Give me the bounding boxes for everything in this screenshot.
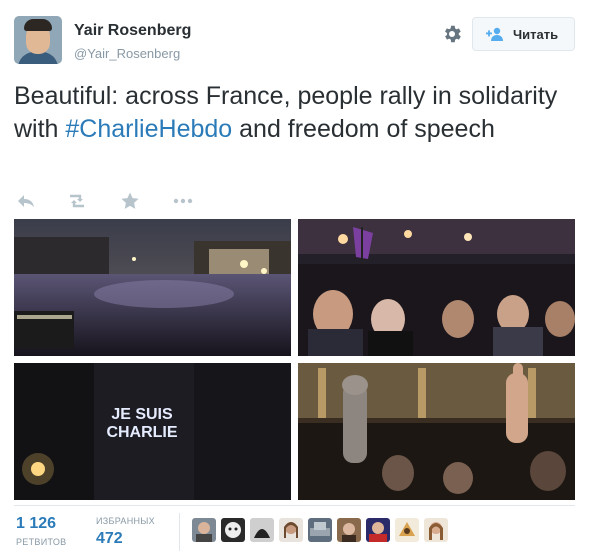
avatar[interactable] bbox=[337, 518, 361, 542]
favorites-count: 472 bbox=[96, 530, 123, 547]
favorite-icon[interactable] bbox=[120, 191, 140, 211]
photo-grid: JE SUIS CHARLIE bbox=[14, 219, 575, 500]
avatar[interactable] bbox=[192, 518, 216, 542]
more-icon[interactable] bbox=[172, 191, 194, 211]
add-user-icon bbox=[486, 27, 506, 41]
avatar[interactable] bbox=[14, 16, 62, 64]
follow-button-label: Читать bbox=[513, 27, 559, 42]
reply-icon[interactable] bbox=[16, 191, 36, 211]
retweet-icon[interactable] bbox=[66, 191, 88, 211]
sign-text: JE SUIS bbox=[111, 406, 173, 423]
avatar[interactable] bbox=[250, 518, 274, 542]
hashtag-link[interactable]: #CharlieHebdo bbox=[65, 115, 232, 143]
avatar[interactable] bbox=[279, 518, 303, 542]
sign-text: CHARLIE bbox=[106, 424, 177, 441]
tweet-actions bbox=[14, 191, 214, 211]
stats-divider bbox=[14, 505, 575, 506]
avatar[interactable] bbox=[366, 518, 390, 542]
retweets-count: 1 126 bbox=[16, 515, 57, 532]
photo-crowd-hands[interactable] bbox=[298, 363, 575, 500]
tweet-text-part: and freedom of speech bbox=[232, 115, 495, 143]
tweet-text: Beautiful: across France, people rally i… bbox=[14, 80, 569, 146]
avatar[interactable] bbox=[395, 518, 419, 542]
follow-button[interactable]: Читать bbox=[472, 17, 575, 51]
avatar[interactable] bbox=[424, 518, 448, 542]
tweet-header: Yair Rosenberg @Yair_Rosenberg Читать bbox=[14, 16, 575, 68]
gear-icon[interactable] bbox=[441, 23, 463, 45]
photo-je-suis-charlie[interactable]: JE SUIS CHARLIE bbox=[14, 363, 291, 500]
avatar[interactable] bbox=[308, 518, 332, 542]
user-display-name[interactable]: Yair Rosenberg bbox=[74, 22, 191, 40]
tweet-stats: 1 126 РЕТВИТОВ ИЗБРАННЫХ 472 bbox=[14, 510, 575, 555]
photo-crowd-square[interactable] bbox=[14, 219, 291, 356]
favorites-label: ИЗБРАННЫХ bbox=[96, 516, 155, 526]
retweets-label: РЕТВИТОВ bbox=[16, 537, 67, 547]
user-handle[interactable]: @Yair_Rosenberg bbox=[74, 46, 180, 61]
stats-separator bbox=[179, 513, 180, 551]
avatar[interactable] bbox=[221, 518, 245, 542]
photo-crowd-faces[interactable] bbox=[298, 219, 575, 356]
